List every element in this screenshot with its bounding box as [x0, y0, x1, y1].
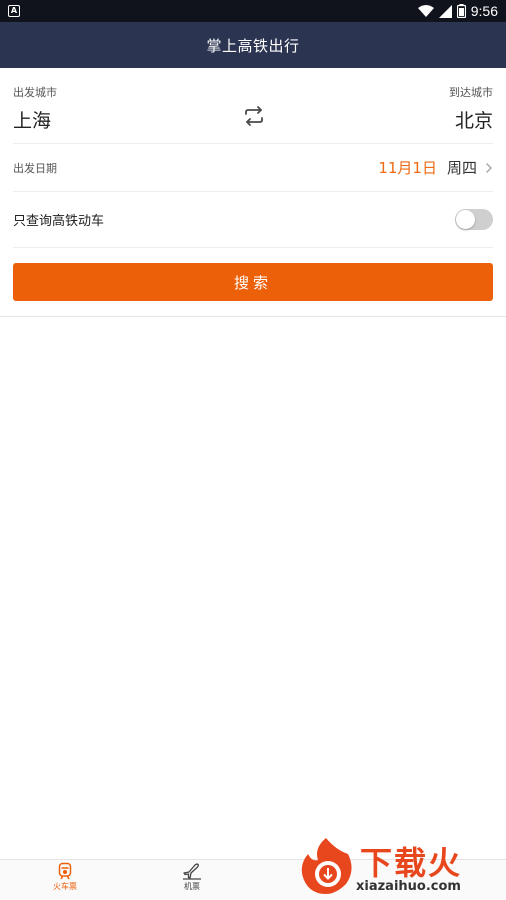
status-bar: A 9:56 [0, 0, 506, 22]
tab-flights[interactable]: 机票 [160, 862, 224, 892]
date-picker-row[interactable]: 出发日期 11月1日 周四 [13, 144, 493, 192]
high-speed-filter-toggle[interactable] [455, 209, 493, 230]
toggle-knob [456, 210, 475, 229]
tab-train-tickets[interactable]: 火车票 [33, 862, 97, 892]
watermark-brand: 下载火 [360, 844, 463, 882]
weekday: 周四 [446, 159, 477, 177]
app-header: 掌上高铁出行 [0, 22, 506, 68]
tab-label: 机票 [184, 882, 200, 891]
date-label: 出发日期 [13, 161, 57, 175]
watermark-url: xiazaihuo.com [356, 879, 461, 894]
chevron-right-icon [485, 162, 493, 174]
swap-icon [245, 106, 263, 126]
plane-icon [183, 863, 201, 880]
wifi-icon [417, 4, 434, 17]
search-form: 出发城市 上海 到达城市 北京 出发日期 11月1日 周四 只查询高铁动车 搜索 [0, 68, 506, 317]
battery-icon [456, 4, 466, 18]
high-speed-filter-row: 只查询高铁动车 [13, 192, 493, 248]
watermark-logo: 下载火 xiazaihuo.com [296, 834, 506, 900]
departure-city-picker[interactable]: 出发城市 上海 [13, 84, 57, 133]
flame-logo-icon [301, 838, 352, 894]
search-button[interactable]: 搜索 [13, 263, 493, 301]
swap-cities-button[interactable] [242, 104, 266, 128]
departure-label: 出发城市 [13, 86, 57, 99]
signal-icon [438, 4, 452, 18]
arrival-city-picker[interactable]: 到达城市 北京 [449, 84, 493, 133]
date-value: 11月1日 [378, 159, 437, 177]
high-speed-filter-label: 只查询高铁动车 [13, 214, 105, 229]
page-title: 掌上高铁出行 [206, 36, 300, 55]
clock: 9:56 [470, 3, 498, 19]
departure-city: 上海 [13, 110, 52, 132]
arrival-city: 北京 [454, 110, 493, 132]
arrival-label: 到达城市 [449, 86, 493, 99]
city-row: 出发城市 上海 到达城市 北京 [13, 68, 493, 144]
notification-icon: A [8, 5, 20, 17]
tab-label: 火车票 [53, 882, 77, 891]
train-icon [58, 862, 72, 880]
